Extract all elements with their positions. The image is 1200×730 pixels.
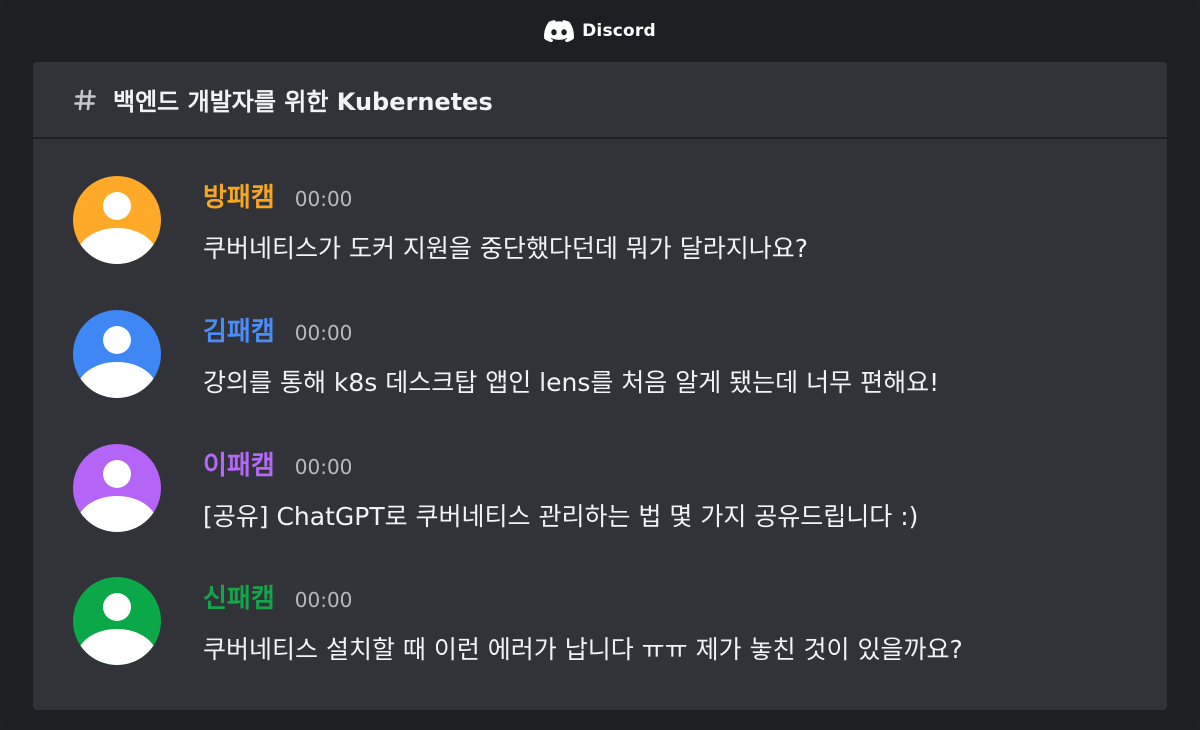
message-item: 신패캠 00:00 쿠버네티스 설치할 때 이런 에러가 납니다 ㅠㅠ 제가 놓… [33, 540, 1167, 665]
username[interactable]: 김패캠 [203, 311, 275, 348]
message-header: 방패캠 00:00 [203, 177, 352, 214]
avatar[interactable] [73, 176, 161, 264]
timestamp: 00:00 [294, 321, 353, 345]
message-item: 이패캠 00:00 [공유] ChatGPT로 쿠버네티스 관리하는 법 몇 가… [33, 407, 1167, 532]
message-header: 신패캠 00:00 [203, 578, 352, 615]
user-icon [77, 192, 157, 264]
user-icon [77, 593, 157, 665]
message-header: 이패캠 00:00 [203, 445, 352, 482]
user-icon [77, 326, 157, 398]
avatar[interactable] [73, 577, 161, 665]
channel-header: 백엔드 개발자를 위한 Kubernetes [33, 62, 1167, 139]
message-text: 강의를 통해 k8s 데스크탑 앱인 lens를 처음 알게 됐는데 너무 편해… [203, 368, 940, 397]
user-icon [77, 460, 157, 532]
message-header: 김패캠 00:00 [203, 311, 352, 348]
timestamp: 00:00 [294, 588, 353, 612]
title-bar: Discord [0, 0, 1200, 62]
message-item: 방패캠 00:00 쿠버네티스가 도커 지원을 중단했다던데 뭐가 달라지나요? [33, 139, 1167, 264]
message-text: [공유] ChatGPT로 쿠버네티스 관리하는 법 몇 가지 공유드립니다 :… [203, 502, 919, 531]
timestamp: 00:00 [294, 455, 353, 479]
message-item: 김패캠 00:00 강의를 통해 k8s 데스크탑 앱인 lens를 처음 알게… [33, 273, 1167, 398]
app-name: Discord [582, 21, 656, 41]
avatar[interactable] [73, 310, 161, 398]
timestamp: 00:00 [294, 187, 353, 211]
message-text: 쿠버네티스가 도커 지원을 중단했다던데 뭐가 달라지나요? [203, 234, 809, 263]
message-text: 쿠버네티스 설치할 때 이런 에러가 납니다 ㅠㅠ 제가 놓친 것이 있을까요? [203, 635, 963, 664]
username[interactable]: 이패캠 [203, 445, 275, 482]
discord-logo-icon [544, 20, 575, 42]
channel-name: 백엔드 개발자를 위한 Kubernetes [113, 88, 493, 116]
avatar[interactable] [73, 444, 161, 532]
hash-icon [74, 89, 96, 110]
username[interactable]: 신패캠 [203, 578, 275, 615]
chat-panel: 백엔드 개발자를 위한 Kubernetes 방패캠 00:00 쿠버네티스가 … [33, 62, 1167, 710]
app-window: Discord 백엔드 개발자를 위한 Kubernetes 방패캠 00:00 [0, 0, 1200, 730]
username[interactable]: 방패캠 [203, 177, 275, 214]
